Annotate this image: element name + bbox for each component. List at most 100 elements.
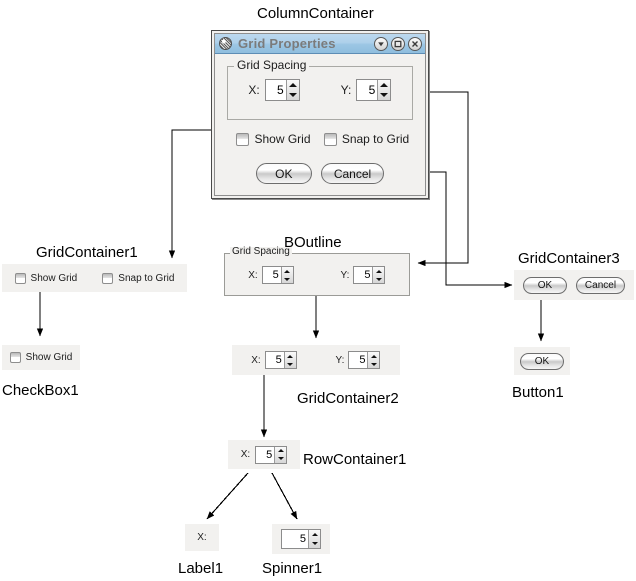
checkbox-box-icon bbox=[323, 132, 337, 146]
gc1-checkbox-snap-to-grid[interactable]: Snap to Grid bbox=[102, 272, 175, 284]
label-label-1: Label1 bbox=[178, 560, 224, 577]
spinner-increment[interactable] bbox=[282, 267, 293, 275]
label-1-panel: X: bbox=[185, 524, 219, 551]
spinner-x-decrement[interactable] bbox=[287, 90, 299, 100]
close-button[interactable] bbox=[408, 36, 422, 51]
spinner-increment[interactable] bbox=[373, 267, 384, 275]
spinner-x-increment[interactable] bbox=[287, 80, 299, 90]
triangle-down-icon bbox=[375, 277, 382, 281]
spinner-1-panel: 5 bbox=[272, 524, 330, 554]
dialog-button-row: OK Cancel bbox=[215, 163, 425, 184]
rc1-spinner-buttons bbox=[274, 446, 287, 463]
triangle-down-icon bbox=[311, 542, 318, 545]
spinner-decrement[interactable] bbox=[309, 539, 320, 548]
ok-button[interactable]: OK bbox=[255, 163, 312, 184]
spinner-y-increment[interactable] bbox=[378, 80, 390, 90]
boutline-spinner-x-value: 5 bbox=[262, 267, 281, 283]
checkbox-box-icon bbox=[236, 132, 250, 146]
boutline-spinner-y[interactable]: 5 bbox=[353, 266, 386, 284]
boutline-field-x: X: 5 bbox=[225, 266, 317, 284]
checkbox-1-widget[interactable]: Show Grid bbox=[9, 352, 73, 363]
gc1-checkbox-show-grid[interactable]: Show Grid bbox=[14, 272, 78, 284]
checkbox-1-label: Show Grid bbox=[25, 352, 73, 363]
spinner-decrement[interactable] bbox=[282, 275, 293, 283]
checkbox-snap-to-grid[interactable]: Snap to Grid bbox=[323, 132, 410, 146]
checkbox-1-panel: Show Grid bbox=[2, 345, 80, 370]
spinner-x[interactable]: 5 bbox=[264, 79, 300, 101]
minimize-button[interactable] bbox=[374, 36, 388, 51]
spinner-decrement[interactable] bbox=[373, 275, 384, 283]
spinner-1-value: 5 bbox=[282, 530, 308, 548]
gc2-spinner-y[interactable]: 5 bbox=[348, 351, 381, 369]
checkbox-snap-to-grid-label: Snap to Grid bbox=[341, 132, 410, 146]
label-boutline: BOutline bbox=[284, 234, 342, 251]
spinner-x-value: 5 bbox=[265, 80, 286, 100]
gc2-field-y: Y: 5 bbox=[316, 351, 400, 369]
spinner-y-value: 5 bbox=[357, 80, 378, 100]
spinner-y-decrement[interactable] bbox=[378, 90, 390, 100]
gc3-ok-button[interactable]: OK bbox=[522, 276, 567, 294]
label-grid-container-3: GridContainer3 bbox=[518, 250, 620, 267]
field-y-label: Y: bbox=[340, 83, 352, 97]
gc3-cancel-button[interactable]: Cancel bbox=[575, 276, 626, 294]
checkbox-box-icon bbox=[14, 272, 26, 284]
spinner-increment[interactable] bbox=[285, 352, 296, 360]
triangle-up-icon bbox=[380, 83, 389, 87]
cancel-button[interactable]: Cancel bbox=[320, 163, 385, 184]
gc1-checkbox-snap-to-grid-label: Snap to Grid bbox=[118, 272, 175, 284]
gc2-spinner-x[interactable]: 5 bbox=[264, 351, 297, 369]
checkbox-show-grid-wrap: Show Grid bbox=[227, 132, 320, 146]
grid-container-3-panel: OK Cancel bbox=[514, 270, 634, 300]
field-x-label: X: bbox=[248, 83, 260, 97]
spinner-increment[interactable] bbox=[368, 352, 379, 360]
spinner-increment[interactable] bbox=[309, 530, 320, 539]
gc1-checkbox-show-grid-label: Show Grid bbox=[30, 272, 78, 284]
checkbox-show-grid[interactable]: Show Grid bbox=[236, 132, 311, 146]
triangle-up-icon bbox=[311, 533, 318, 536]
grid-container-1-panel: Show Grid Snap to Grid bbox=[2, 264, 187, 292]
gc2-spinner-x-value: 5 bbox=[265, 352, 284, 368]
spinner-decrement[interactable] bbox=[368, 360, 379, 368]
gc2-field-x-label: X: bbox=[251, 354, 261, 366]
checkbox-box-icon bbox=[9, 352, 21, 363]
spinner-1-widget[interactable]: 5 bbox=[281, 529, 321, 549]
spinner-y[interactable]: 5 bbox=[356, 79, 392, 101]
boutline-groupbox: Grid Spacing X: 5 Y: 5 bbox=[224, 247, 410, 296]
triangle-up-icon bbox=[277, 449, 284, 452]
label-1-widget: X: bbox=[197, 532, 207, 543]
triangle-down-icon bbox=[370, 362, 377, 366]
spinner-increment[interactable] bbox=[275, 447, 286, 455]
spinner-1-buttons bbox=[308, 530, 320, 548]
button-1-widget[interactable]: OK bbox=[520, 352, 564, 370]
spinner-decrement[interactable] bbox=[285, 360, 296, 368]
triangle-down-icon bbox=[284, 277, 291, 281]
field-y: Y: 5 bbox=[320, 79, 412, 101]
label-checkbox-1: CheckBox1 bbox=[2, 382, 79, 399]
rc1-spinner[interactable]: 5 bbox=[255, 445, 288, 464]
dialog-titlebar[interactable]: Grid Properties bbox=[215, 34, 425, 54]
triangle-down-icon bbox=[380, 93, 389, 97]
window-buttons bbox=[374, 36, 422, 51]
label-row-container-1: RowContainer1 bbox=[303, 451, 407, 468]
checkbox-box-icon bbox=[102, 272, 114, 284]
boutline-field-x-label: X: bbox=[248, 269, 258, 281]
rc1-spinner-value: 5 bbox=[256, 446, 275, 463]
label-spinner-1: Spinner1 bbox=[262, 560, 323, 577]
boutline-spinner-y-value: 5 bbox=[354, 267, 373, 283]
button-1-panel: OK bbox=[514, 347, 570, 375]
triangle-down-icon bbox=[288, 93, 297, 97]
spinner-decrement[interactable] bbox=[275, 455, 286, 463]
label-button-1: Button1 bbox=[512, 384, 564, 401]
boutline-spinner-x[interactable]: 5 bbox=[261, 266, 294, 284]
gc2-spinner-y-value: 5 bbox=[349, 352, 368, 368]
boutline-group-title: Grid Spacing bbox=[230, 246, 292, 257]
checkbox-snap-to-grid-wrap: Snap to Grid bbox=[320, 132, 413, 146]
boutline-field-y-label: Y: bbox=[340, 269, 350, 281]
boutline-spinner-x-buttons bbox=[280, 267, 293, 283]
triangle-up-icon bbox=[287, 354, 294, 358]
maximize-button[interactable] bbox=[391, 36, 405, 51]
triangle-down-icon bbox=[277, 457, 284, 460]
grid-properties-dialog: Grid Properties Grid Spacing X: 5 Y: 5 S… bbox=[211, 30, 429, 199]
field-x: X: 5 bbox=[228, 79, 320, 101]
triangle-up-icon bbox=[288, 83, 297, 87]
